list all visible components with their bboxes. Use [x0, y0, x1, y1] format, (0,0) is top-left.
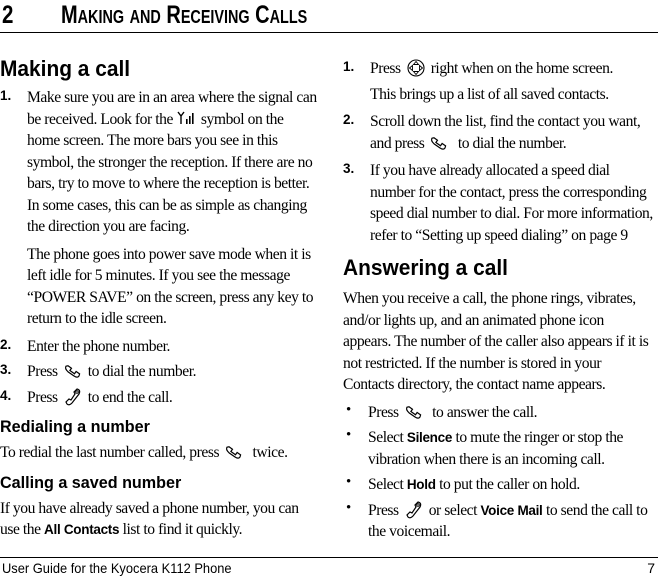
- bullet-marker: •: [346, 474, 352, 490]
- navigation-key-icon: [405, 59, 427, 77]
- step-text: Enter the phone number.: [27, 337, 170, 355]
- keyword-voice-mail: Voice Mail: [480, 502, 543, 518]
- step-text-part: Press: [27, 363, 58, 380]
- bullet-text-part: to answer the call.: [432, 403, 538, 421]
- chapter-title: Making and Receiving Calls: [61, 1, 308, 29]
- step-text-part: Press: [370, 60, 401, 77]
- step-number: 2.: [0, 336, 12, 352]
- step-text-part: to dial the number.: [457, 134, 567, 152]
- bullet-text: Select Hold to put the caller on hold.: [368, 474, 655, 496]
- keyword-all-contacts: All Contacts: [44, 522, 120, 537]
- footer-divider: [0, 557, 658, 558]
- step-item: 4. Press to end the call.: [0, 387, 318, 409]
- end-key-icon: [62, 387, 84, 406]
- chapter-number: 2: [2, 1, 14, 29]
- step-item: 1. Make sure you are in an area where th…: [0, 87, 318, 330]
- page-number: 7: [647, 560, 655, 576]
- bullet-marker: •: [346, 499, 352, 516]
- end-key-icon: [403, 500, 425, 519]
- bullet-item: • Select Silence to mute the ringer or s…: [343, 427, 655, 470]
- send-key-icon: [403, 403, 425, 421]
- heading-calling-saved-number: Calling a saved number: [0, 472, 182, 492]
- step-text: Scroll down the list, find the contact y…: [370, 111, 655, 154]
- step-item: 1. Press right when on the home screen. T…: [343, 58, 655, 105]
- heading-making-a-call: Making a call: [0, 56, 131, 81]
- step-text-part: Press: [27, 388, 58, 406]
- step-number: 1.: [343, 59, 355, 74]
- bullet-text-part: Select: [368, 476, 404, 493]
- bullet-text: Press or select Voice Mail to send the ca…: [368, 500, 655, 543]
- bullet-item: • Press to answer the call.: [343, 402, 655, 424]
- bullet-text-part: Press: [368, 403, 399, 421]
- chapter-header: 2 Making and Receiving Calls: [0, 0, 658, 34]
- step-text-part: symbol on the home screen. The more bars…: [27, 110, 313, 236]
- redial-text-part: To redial the last number called, press: [0, 444, 220, 461]
- header-divider: [0, 32, 658, 33]
- heading-redialing: Redialing a number: [0, 417, 150, 436]
- bullet-marker: •: [346, 401, 352, 418]
- bullet-text-part: to put the caller on hold.: [439, 476, 580, 493]
- intro-text-part: list to find it quickly.: [122, 521, 243, 538]
- step-text: Make sure you are in an area where the s…: [27, 87, 318, 238]
- footer-title: User Guide for the Kyocera K112 Phone: [2, 560, 232, 576]
- send-key-icon: [428, 134, 450, 152]
- bullet-text: Select Silence to mute the ringer or sto…: [368, 427, 655, 470]
- step-item: 3. If you have already allocated a speed…: [343, 160, 655, 246]
- step-text-part: to dial the number.: [87, 363, 197, 380]
- step-number: 3.: [0, 362, 12, 377]
- signal-strength-icon: [177, 110, 197, 124]
- step-number: 3.: [343, 161, 355, 176]
- step-text-part: right when on the home screen.: [430, 60, 614, 77]
- redial-text-part: twice.: [252, 444, 288, 461]
- step-number: 2.: [343, 112, 355, 127]
- step-text: Press to end the call.: [27, 387, 318, 409]
- bullet-text-part: Press: [368, 501, 399, 519]
- saved-number-intro: If you have already saved a phone number…: [0, 498, 318, 541]
- step-number: 4.: [0, 387, 12, 403]
- left-column: Making a call 1. Make sure you are in an…: [0, 55, 318, 541]
- keyword-silence: Silence: [406, 430, 453, 445]
- step-number: 1.: [0, 88, 12, 103]
- step-text-part: to end the call.: [87, 388, 173, 406]
- bullet-text-part: Select: [368, 429, 404, 446]
- step-item: 3. Press to dial the number.: [0, 361, 318, 383]
- step-note: This brings up a list of all saved conta…: [370, 85, 609, 103]
- right-column: 1. Press right when on the home screen. T…: [343, 58, 655, 543]
- bullet-item: • Press or select Voice Mail to send the …: [343, 500, 655, 543]
- redial-text: To redial the last number called, press …: [0, 442, 318, 464]
- step-text: If you have already allocated a speed di…: [370, 162, 653, 244]
- heading-answering-a-call: Answering a call: [343, 255, 508, 280]
- keyword-hold: Hold: [406, 477, 436, 492]
- step-note: The phone goes into power save mode when…: [27, 245, 314, 328]
- send-key-icon: [223, 443, 245, 461]
- step-text: Press to dial the number.: [27, 361, 318, 383]
- bullet-text: Press to answer the call.: [368, 402, 655, 424]
- send-key-icon: [62, 362, 84, 380]
- step-text: Press right when on the home screen.: [370, 58, 655, 80]
- step-item: 2. Enter the phone number.: [0, 336, 318, 358]
- bullet-item: • Select Hold to put the caller on hold.: [343, 474, 655, 496]
- bullet-marker: •: [346, 427, 352, 443]
- bullet-text-part: or select: [428, 501, 478, 519]
- step-item: 2. Scroll down the list, find the contac…: [343, 111, 655, 154]
- answering-intro: When you receive a call, the phone rings…: [343, 290, 649, 393]
